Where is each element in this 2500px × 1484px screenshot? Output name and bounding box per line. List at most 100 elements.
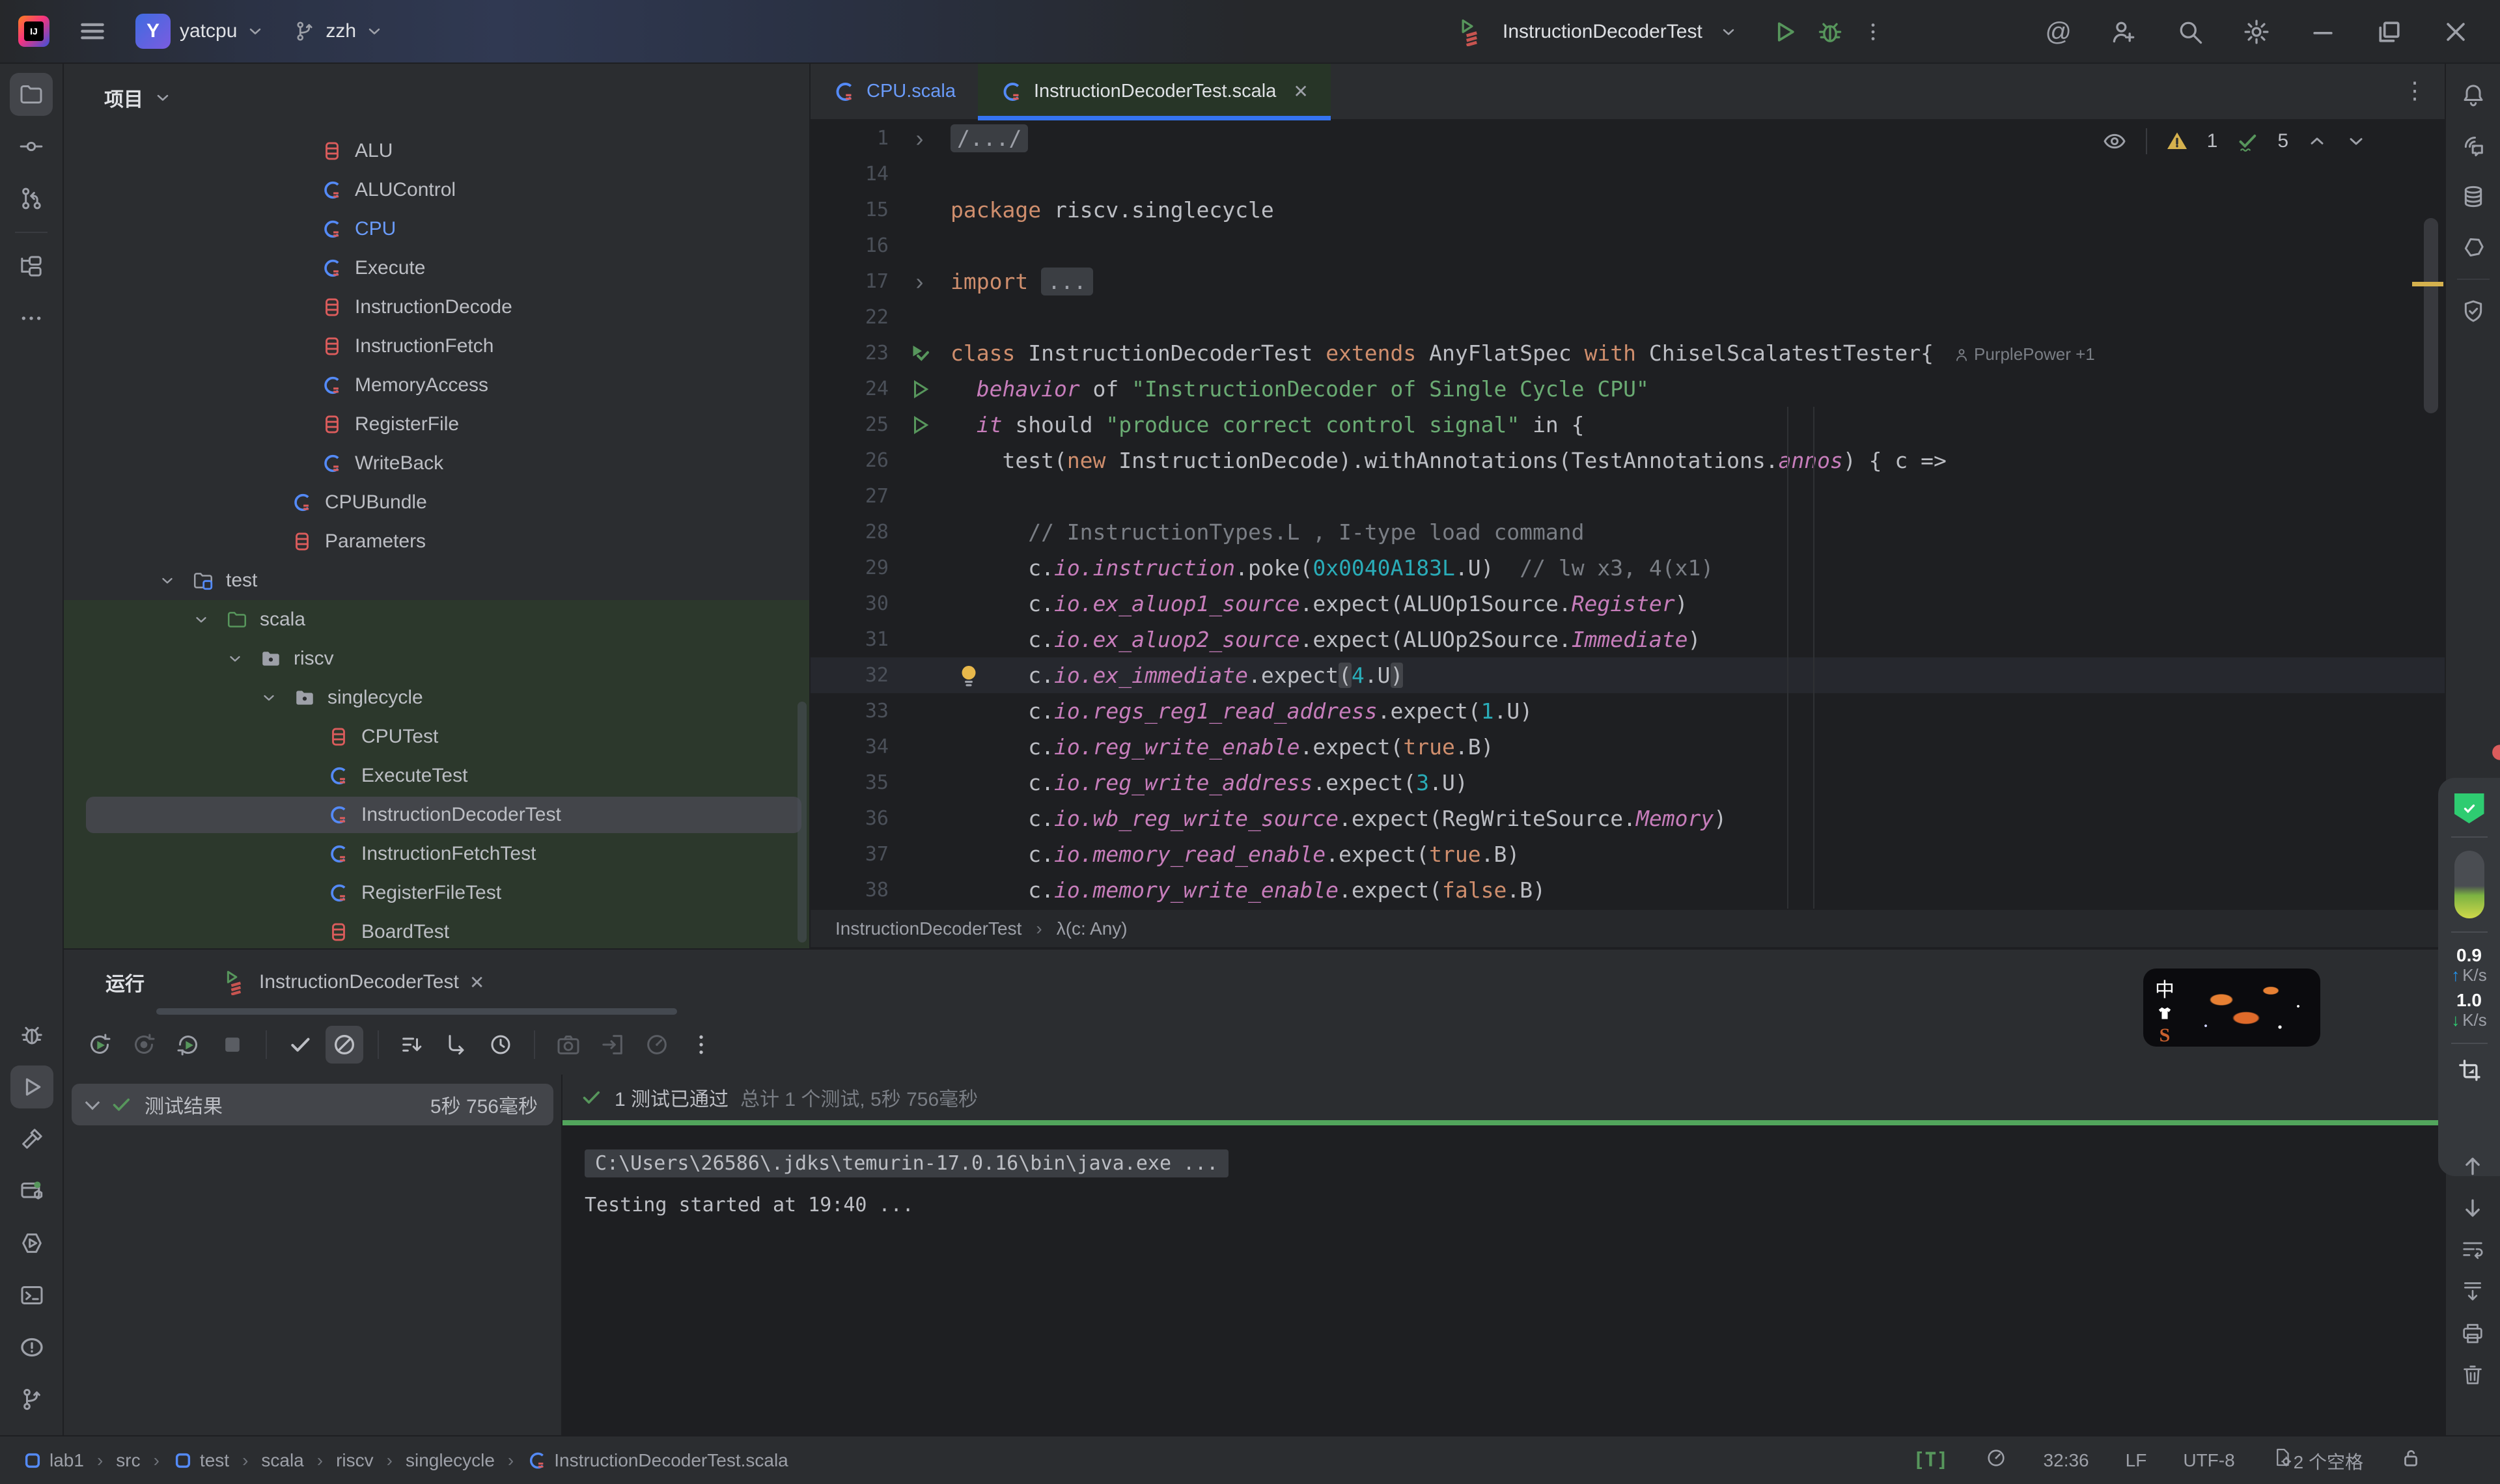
test-history-icon[interactable] — [482, 1026, 520, 1064]
clear-console-icon[interactable] — [2460, 1362, 2486, 1388]
highlighting-eye-icon[interactable] — [2102, 128, 2128, 154]
search-everywhere-icon[interactable] — [2176, 18, 2204, 46]
code-line-34[interactable]: 34 c.io.reg_write_enable.expect(true.B) — [811, 729, 2445, 765]
code-line-22[interactable]: 22 — [811, 299, 2445, 335]
status-widget-UTF8[interactable]: UTF-8 — [2183, 1450, 2234, 1471]
code-line-37[interactable]: 37 c.io.memory_read_enable.expect(true.B… — [811, 836, 2445, 872]
tree-item-scala[interactable]: scala — [64, 600, 809, 639]
tree-item-registerfile[interactable]: RegisterFile — [64, 405, 809, 444]
status-crumb-test[interactable]: test — [173, 1450, 229, 1471]
project-scrollbar[interactable] — [798, 702, 807, 942]
code-line-24[interactable]: 24 behavior of "InstructionDecoder of Si… — [811, 371, 2445, 407]
project-selector[interactable]: Y yatcpu — [135, 14, 264, 49]
next-problem-icon[interactable] — [2346, 131, 2367, 152]
tree-item-writeback[interactable]: WriteBack — [64, 444, 809, 483]
weak-warning-check-icon[interactable] — [2236, 130, 2259, 153]
run-config-name[interactable]: InstructionDecoderTest — [1503, 21, 1702, 43]
maximize-window-icon[interactable] — [2375, 18, 2404, 46]
debug-tool-button[interactable] — [10, 1013, 53, 1056]
snapshot-icon[interactable] — [549, 1026, 587, 1064]
tree-item-cputest[interactable]: CPUTest — [64, 717, 809, 756]
tree-item-instructionfetch[interactable]: InstructionFetch — [64, 327, 809, 366]
run-button[interactable] — [1770, 18, 1799, 46]
tab-bar-kebab-icon[interactable]: ⋮ — [2403, 77, 2426, 104]
git-tool-button[interactable] — [10, 1378, 53, 1421]
code-line-27[interactable]: 27 — [811, 478, 2445, 514]
tree-item-cpubundle[interactable]: CPUBundle — [64, 483, 809, 522]
status-crumb-riscv[interactable]: riscv — [336, 1450, 374, 1471]
status-crumb-src[interactable]: src — [116, 1450, 140, 1471]
code-line-17[interactable]: 17›import ... — [811, 264, 2445, 299]
editor-scrollbar[interactable] — [2424, 218, 2438, 413]
project-panel-header[interactable]: 项目 — [64, 64, 809, 131]
chevron-down-icon[interactable] — [193, 611, 210, 628]
hamburger-menu-icon[interactable] — [78, 17, 107, 46]
status-widget-T[interactable]: [T] — [1913, 1449, 1948, 1472]
screenshot-crop-icon[interactable] — [2456, 1057, 2482, 1083]
status-widget-LF[interactable]: LF — [2126, 1450, 2147, 1471]
breadcrumb-lambda[interactable]: λ(c: Any) — [1057, 918, 1128, 939]
services-tool-button[interactable] — [10, 1170, 53, 1213]
stop-icon[interactable] — [214, 1026, 251, 1064]
problems-tool-button[interactable] — [10, 1326, 53, 1369]
commit-tool-button[interactable] — [10, 125, 53, 168]
status-widget-3236[interactable]: 32:36 — [2044, 1450, 2089, 1471]
profiler-tool-button[interactable] — [10, 1222, 53, 1265]
author-inlay-hint[interactable]: PurplePower +1 — [1953, 344, 2095, 364]
branch-selector[interactable]: zzh — [293, 20, 383, 43]
run-all-passed-icon[interactable] — [908, 342, 932, 365]
scroll-to-end-icon[interactable] — [2460, 1278, 2486, 1304]
print-icon[interactable] — [2460, 1320, 2486, 1346]
chevron-down-icon[interactable] — [227, 650, 243, 667]
intention-bulb-icon[interactable] — [955, 661, 982, 689]
status-crumb-singlecycle[interactable]: singlecycle — [406, 1450, 495, 1471]
warning-icon[interactable] — [2165, 130, 2189, 153]
tree-item-boardtest[interactable]: BoardTest — [64, 913, 809, 948]
code-line-25[interactable]: 25 it should "produce correct control si… — [811, 407, 2445, 443]
console-text[interactable]: C:\Users\26586\.jdks\temurin-17.0.16\bin… — [585, 1149, 1229, 1177]
tree-item-instructiondecode[interactable]: InstructionDecode — [64, 288, 809, 327]
tree-item-memoryaccess[interactable]: MemoryAccess — [64, 366, 809, 405]
show-ignored-icon[interactable] — [326, 1026, 363, 1064]
auto-test-icon[interactable] — [169, 1026, 207, 1064]
run-tool-tab[interactable]: 运行 — [105, 968, 145, 996]
tree-item-singlecycle[interactable]: singlecycle — [64, 678, 809, 717]
more-tools-button[interactable] — [10, 297, 53, 340]
code-line-14[interactable]: 14 — [811, 156, 2445, 192]
tree-item-instructiondecodertest[interactable]: InstructionDecoderTest — [64, 795, 809, 834]
code-line-33[interactable]: 33 c.io.regs_reg1_read_address.expect(1.… — [811, 693, 2445, 729]
tree-item-execute[interactable]: Execute — [64, 249, 809, 288]
fold-arrow-icon[interactable]: › — [916, 268, 924, 295]
code-line-31[interactable]: 31 c.io.ex_aluop2_source.expect(ALUOp2So… — [811, 622, 2445, 657]
code-line-32[interactable]: 32 c.io.ex_immediate.expect(4.U) — [811, 657, 2445, 693]
tree-item-riscv[interactable]: riscv — [64, 639, 809, 678]
show-passed-icon[interactable] — [281, 1026, 319, 1064]
close-session-icon[interactable]: ✕ — [469, 972, 484, 993]
close-tab-icon[interactable]: ✕ — [1293, 81, 1308, 102]
status-widget[interactable] — [1985, 1447, 2007, 1474]
scroll-up-icon[interactable] — [2460, 1153, 2486, 1179]
code-line-28[interactable]: 28 // InstructionTypes.L , I-type load c… — [811, 514, 2445, 550]
run-test-icon[interactable] — [908, 413, 932, 437]
status-crumb-scala[interactable]: scala — [261, 1450, 303, 1471]
ime-brand-icon[interactable]: S — [2160, 1024, 2171, 1047]
run-test-icon[interactable] — [908, 378, 932, 401]
run-tool-button[interactable] — [10, 1065, 53, 1108]
minimize-window-icon[interactable] — [2309, 18, 2337, 46]
tree-item-alucontrol[interactable]: ALUControl — [64, 171, 809, 210]
code-line-15[interactable]: 15package riscv.singlecycle — [811, 192, 2445, 228]
tree-item-registerfiletest[interactable]: RegisterFileTest — [64, 873, 809, 913]
notifications-button[interactable] — [2454, 76, 2493, 115]
code-line-26[interactable]: 26 test(new InstructionDecode).withAnnot… — [811, 443, 2445, 478]
code-with-me-icon[interactable] — [2109, 18, 2138, 46]
prev-problem-icon[interactable] — [2307, 131, 2327, 152]
sort-icon[interactable] — [393, 1026, 431, 1064]
warning-stripe-mark[interactable] — [2412, 282, 2443, 286]
more-icon[interactable] — [682, 1026, 720, 1064]
rerun-failed-icon[interactable] — [125, 1026, 163, 1064]
code-line-16[interactable]: 16 — [811, 228, 2445, 264]
debug-button[interactable] — [1816, 18, 1844, 46]
status-widget-2[interactable]: 2 个空格 — [2271, 1446, 2363, 1474]
code-line-36[interactable]: 36 c.io.wb_reg_write_source.expect(RegWr… — [811, 801, 2445, 836]
status-widget[interactable] — [2400, 1447, 2422, 1474]
